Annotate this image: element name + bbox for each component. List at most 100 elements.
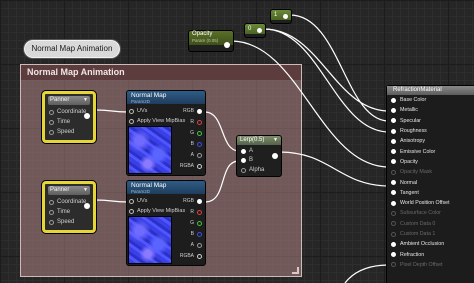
- pin-icon[interactable]: [197, 220, 202, 226]
- material-input-subsurface-color[interactable]: Subsurface Color: [387, 208, 474, 218]
- pin-icon[interactable]: [391, 241, 396, 247]
- pin-icon[interactable]: [129, 108, 134, 114]
- material-input-anisotropy[interactable]: Anisotropy: [387, 136, 474, 146]
- pin-icon[interactable]: [391, 231, 396, 237]
- pin-icon[interactable]: [391, 180, 396, 186]
- material-input-custom-data-1[interactable]: Custom Data 1: [387, 229, 474, 239]
- pin-icon[interactable]: [197, 152, 202, 158]
- pin-icon[interactable]: [391, 190, 396, 196]
- material-title[interactable]: RefractionMaterial: [387, 86, 474, 95]
- material-input-tangent[interactable]: Tangent: [387, 188, 474, 198]
- material-input-world-position-offset[interactable]: World Position Offset: [387, 198, 474, 208]
- output-pin-icon[interactable]: [84, 203, 90, 209]
- pin-out-rgb[interactable]: RGB: [183, 108, 202, 114]
- pin-out-rgb[interactable]: RGB: [183, 198, 202, 204]
- pin-out-b[interactable]: B: [191, 141, 202, 147]
- pin-icon[interactable]: [197, 119, 202, 125]
- texture-node-header[interactable]: Normal Map Param2D: [127, 181, 205, 194]
- pin-icon[interactable]: [391, 252, 396, 258]
- pin-apply-view-mipbias[interactable]: Apply View MipBias: [129, 118, 185, 124]
- material-input-ambient-occlusion[interactable]: Ambient Occlusion: [387, 239, 474, 249]
- material-input-base-color[interactable]: Base Color: [387, 95, 474, 105]
- pin-out-b[interactable]: B: [191, 231, 202, 237]
- pin-uvs[interactable]: UVs: [129, 198, 147, 204]
- comment-resize-handle[interactable]: [292, 267, 299, 274]
- output-pin-icon[interactable]: [84, 113, 90, 119]
- panner-header[interactable]: Panner ▼: [48, 96, 90, 105]
- pin-icon[interactable]: [391, 128, 396, 134]
- pin-icon[interactable]: [391, 210, 396, 216]
- pin-speed[interactable]: Speed: [45, 127, 93, 137]
- pin-icon[interactable]: [129, 198, 134, 204]
- pin-icon[interactable]: [241, 148, 246, 154]
- constant-node-0[interactable]: 0: [244, 23, 266, 38]
- material-input-opacity-mask[interactable]: Opacity Mask: [387, 167, 474, 177]
- pin-out-rgba[interactable]: RGBA: [180, 163, 202, 169]
- material-input-emissive-color[interactable]: Emissive Color: [387, 146, 474, 156]
- pin-icon[interactable]: [241, 167, 246, 173]
- pin-icon[interactable]: [391, 97, 396, 103]
- material-input-metallic[interactable]: Metallic: [387, 105, 474, 115]
- constant-node-1[interactable]: 1: [270, 9, 292, 24]
- pin-icon[interactable]: [197, 130, 202, 136]
- pin-icon[interactable]: [391, 262, 396, 268]
- texture-node-header[interactable]: Normal Map Param2D: [127, 91, 205, 104]
- output-pin-icon[interactable]: [272, 153, 278, 159]
- panner-node-1[interactable]: Panner ▼ Coordinate Time Speed: [42, 91, 96, 143]
- pin-icon[interactable]: [391, 118, 396, 124]
- pin-icon[interactable]: [49, 109, 54, 115]
- material-input-normal[interactable]: Normal: [387, 177, 474, 187]
- normal-map-node-1[interactable]: Normal Map Param2D UVs Apply View MipBia…: [126, 90, 206, 176]
- pin-icon[interactable]: [49, 119, 54, 125]
- panner-header[interactable]: Panner ▼: [48, 186, 90, 195]
- pin-uvs[interactable]: UVs: [129, 108, 147, 114]
- pin-icon[interactable]: [49, 199, 54, 205]
- collapse-caret-icon[interactable]: ▼: [83, 186, 88, 195]
- pin-icon[interactable]: [49, 209, 54, 215]
- pin-icon[interactable]: [197, 253, 202, 259]
- collapse-caret-icon[interactable]: ▼: [273, 136, 278, 145]
- material-input-roughness[interactable]: Roughness: [387, 126, 474, 136]
- opacity-parameter-node[interactable]: Opacity Param (0.05): [188, 30, 234, 52]
- panner-node-2[interactable]: Panner ▼ Coordinate Time Speed: [42, 181, 96, 233]
- lerp-node[interactable]: Lerp(0.5) ▼ A B Alpha: [236, 135, 282, 177]
- pin-icon[interactable]: [391, 159, 396, 165]
- pin-icon[interactable]: [197, 108, 202, 114]
- pin-alpha[interactable]: Alpha: [237, 165, 281, 175]
- pin-out-r[interactable]: R: [190, 209, 202, 215]
- pin-icon[interactable]: [197, 209, 202, 215]
- pin-icon[interactable]: [391, 149, 396, 155]
- material-graph-canvas[interactable]: Normal Map Animation Normal Map Animatio…: [0, 0, 474, 283]
- material-input-refraction[interactable]: Refraction: [387, 249, 474, 259]
- collapse-caret-icon[interactable]: ▼: [83, 96, 88, 105]
- material-input-opacity[interactable]: Opacity: [387, 157, 474, 167]
- output-pin-icon[interactable]: [257, 28, 262, 33]
- pin-icon[interactable]: [197, 163, 202, 169]
- pin-icon[interactable]: [391, 200, 396, 206]
- pin-icon[interactable]: [49, 129, 54, 135]
- lerp-header[interactable]: Lerp(0.5) ▼: [237, 136, 281, 145]
- pin-icon[interactable]: [197, 231, 202, 237]
- output-pin-icon[interactable]: [283, 14, 288, 19]
- pin-icon[interactable]: [241, 157, 246, 163]
- pin-icon[interactable]: [129, 118, 134, 124]
- pin-out-g[interactable]: G: [190, 130, 202, 136]
- pin-icon[interactable]: [197, 141, 202, 147]
- pin-icon[interactable]: [49, 219, 54, 225]
- material-input-specular[interactable]: Specular: [387, 116, 474, 126]
- pin-out-r[interactable]: R: [190, 119, 202, 125]
- material-input-pixel-depth-offset[interactable]: Pixel Depth Offset: [387, 260, 474, 270]
- output-pin-icon[interactable]: [224, 42, 230, 48]
- comment-bubble[interactable]: Normal Map Animation: [24, 40, 120, 58]
- pin-icon[interactable]: [197, 242, 202, 248]
- pin-icon[interactable]: [391, 138, 396, 144]
- pin-icon[interactable]: [391, 169, 396, 175]
- pin-out-a[interactable]: A: [191, 152, 202, 158]
- pin-icon[interactable]: [391, 221, 396, 227]
- pin-out-g[interactable]: G: [190, 220, 202, 226]
- refraction-material-node[interactable]: RefractionMaterial Base Color Metallic Spe…: [386, 85, 474, 283]
- pin-speed[interactable]: Speed: [45, 217, 93, 227]
- pin-apply-view-mipbias[interactable]: Apply View MipBias: [129, 208, 185, 214]
- pin-out-a[interactable]: A: [191, 242, 202, 248]
- normal-map-node-2[interactable]: Normal Map Param2D UVs Apply View MipBia…: [126, 180, 206, 266]
